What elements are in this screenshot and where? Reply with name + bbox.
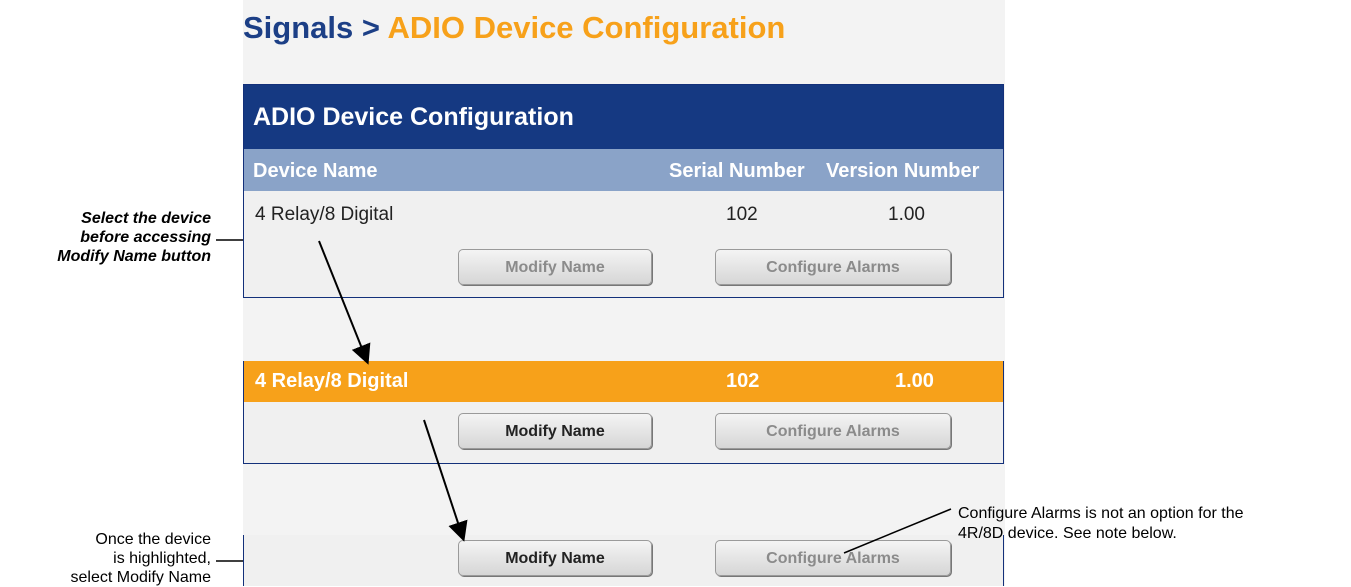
arrow-to-modify-name xyxy=(423,419,468,542)
arrow-to-selected-row xyxy=(318,240,371,365)
annotation-connectors xyxy=(216,239,952,562)
leader-line-configure-alarms xyxy=(843,508,952,554)
